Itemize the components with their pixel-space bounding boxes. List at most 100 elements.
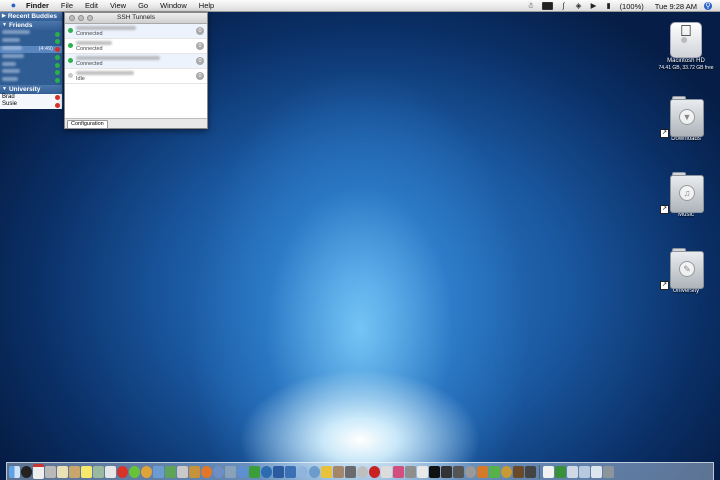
tunnel-row[interactable]: Idle 0 (65, 69, 207, 84)
configuration-button[interactable]: Configuration (67, 120, 108, 129)
tunnel-toggle-button[interactable]: 0 (196, 27, 204, 35)
stop-icon[interactable] (117, 465, 128, 478)
disclosure-down-icon[interactable]: ▼ (2, 85, 7, 94)
firefox-icon[interactable] (201, 465, 212, 478)
network-icon[interactable] (297, 465, 308, 478)
disclosure-right-icon[interactable]: ▶ (2, 12, 6, 21)
cd-icon[interactable] (357, 465, 368, 478)
console-icon[interactable] (441, 465, 452, 478)
battery-percent[interactable]: (100%) (620, 2, 644, 11)
text-icon[interactable] (381, 465, 392, 478)
network-2-icon[interactable] (309, 465, 320, 478)
spotlight-icon[interactable]: ⚲ (704, 2, 712, 10)
grapher-icon[interactable] (453, 465, 464, 478)
apple-menu-icon[interactable]: ● (9, 1, 18, 10)
window-3-icon[interactable] (591, 465, 602, 478)
itunes-icon[interactable] (141, 465, 152, 478)
mail-icon[interactable] (45, 465, 56, 478)
window-icon[interactable] (567, 465, 578, 478)
bird-icon[interactable] (285, 465, 296, 478)
menu-edit[interactable]: Edit (85, 0, 98, 12)
buddy-row-susie[interactable]: Susie (0, 101, 62, 110)
trash-icon[interactable] (603, 465, 614, 478)
group-friends[interactable]: ▼ Friends (0, 21, 62, 30)
tunnel-toggle-button[interactable]: 0 (196, 72, 204, 80)
bluetooth-icon[interactable]: ∫ (560, 2, 568, 10)
buddy-row[interactable] (0, 69, 62, 77)
record-icon[interactable] (369, 465, 380, 478)
gear-icon[interactable] (465, 465, 476, 478)
menubar-clock[interactable]: Tue 9:28 AM (655, 2, 697, 11)
disclosure-down-icon[interactable]: ▼ (2, 21, 7, 30)
menu-help[interactable]: Help (199, 0, 214, 12)
globe-icon[interactable] (261, 465, 272, 478)
adium-status-icon[interactable]: ☃ (527, 2, 535, 10)
guitar-icon[interactable] (189, 465, 200, 478)
menu-view[interactable]: View (110, 0, 126, 12)
sims-icon[interactable] (489, 465, 500, 478)
sherlock-icon[interactable] (345, 465, 356, 478)
pen-icon[interactable] (393, 465, 404, 478)
zoom-button[interactable] (87, 15, 93, 21)
camera-icon[interactable] (525, 465, 536, 478)
wow-icon[interactable] (501, 465, 512, 478)
tunnel-row[interactable]: Connected 0 (65, 54, 207, 69)
address-book-icon[interactable] (69, 465, 80, 478)
document-icon[interactable] (543, 465, 554, 478)
buddy-row[interactable] (0, 77, 62, 85)
x11-icon[interactable] (417, 465, 428, 478)
menu-file[interactable]: File (61, 0, 73, 12)
app-store-icon[interactable] (477, 465, 488, 478)
xcode-icon[interactable] (273, 465, 284, 478)
ical-icon[interactable] (33, 464, 44, 479)
people-icon[interactable] (333, 465, 344, 478)
limewire-icon[interactable] (129, 465, 140, 478)
dashboard-icon[interactable] (21, 465, 32, 478)
buddy-row[interactable] (0, 61, 62, 69)
music-icon[interactable] (165, 465, 176, 478)
cyberduck-icon[interactable] (321, 465, 332, 478)
stamp-icon[interactable] (57, 465, 68, 478)
redacted-name (2, 30, 30, 35)
tunnel-toggle-button[interactable]: 0 (196, 42, 204, 50)
group-recent-buddies[interactable]: ▶ Recent Buddies (0, 12, 62, 21)
buddy-row[interactable] (0, 30, 62, 38)
safari-icon[interactable] (237, 465, 248, 478)
tools-icon[interactable] (405, 465, 416, 478)
menu-window[interactable]: Window (160, 0, 187, 12)
group-university[interactable]: ▼ University (0, 84, 62, 94)
window-2-icon[interactable] (579, 465, 590, 478)
menu-app-finder[interactable]: Finder (26, 0, 49, 12)
tunnel-row[interactable]: Connected 0 (65, 24, 207, 39)
buddy-row[interactable]: (4:49) (0, 45, 62, 54)
preview-icon[interactable] (225, 465, 236, 478)
downloads-alias[interactable]: ▼ ↗ Downloads (656, 96, 716, 143)
script-editor-icon[interactable] (93, 465, 104, 478)
buddy-row[interactable] (0, 38, 62, 46)
university-alias[interactable]: ✎ ↗ University (656, 248, 716, 295)
notepad-icon[interactable] (105, 465, 116, 478)
window-titlebar[interactable]: SSH Tunnels (65, 13, 207, 24)
image-icon[interactable] (177, 465, 188, 478)
iphoto-icon[interactable] (153, 465, 164, 478)
stickies-icon[interactable] (81, 465, 92, 478)
finder-icon[interactable] (9, 465, 20, 478)
tunnel-toggle-button[interactable]: 0 (196, 57, 204, 65)
ssh-menu-icon[interactable] (541, 2, 553, 10)
menu-go[interactable]: Go (138, 0, 148, 12)
itunes-2-icon[interactable] (213, 465, 224, 478)
adium-icon[interactable] (249, 465, 260, 478)
battery-icon[interactable]: ▮ (605, 2, 613, 10)
minimize-button[interactable] (78, 15, 84, 21)
macintosh-hd-icon[interactable]: ● Macintosh HD 74.41 GB, 33.72 GB free (656, 22, 716, 71)
close-button[interactable] (69, 15, 75, 21)
music-alias[interactable]: ♫ ↗ Music (656, 172, 716, 219)
buddy-row-brad[interactable]: Brad (0, 93, 62, 102)
volume-icon[interactable]: ▶ (590, 2, 598, 10)
terminal-icon[interactable] (429, 465, 440, 478)
book-icon[interactable] (513, 465, 524, 478)
vim-icon[interactable] (555, 465, 566, 478)
buddy-row[interactable] (0, 53, 62, 61)
wifi-icon[interactable]: ◈ (575, 2, 583, 10)
tunnel-row[interactable]: Connected 0 (65, 39, 207, 54)
